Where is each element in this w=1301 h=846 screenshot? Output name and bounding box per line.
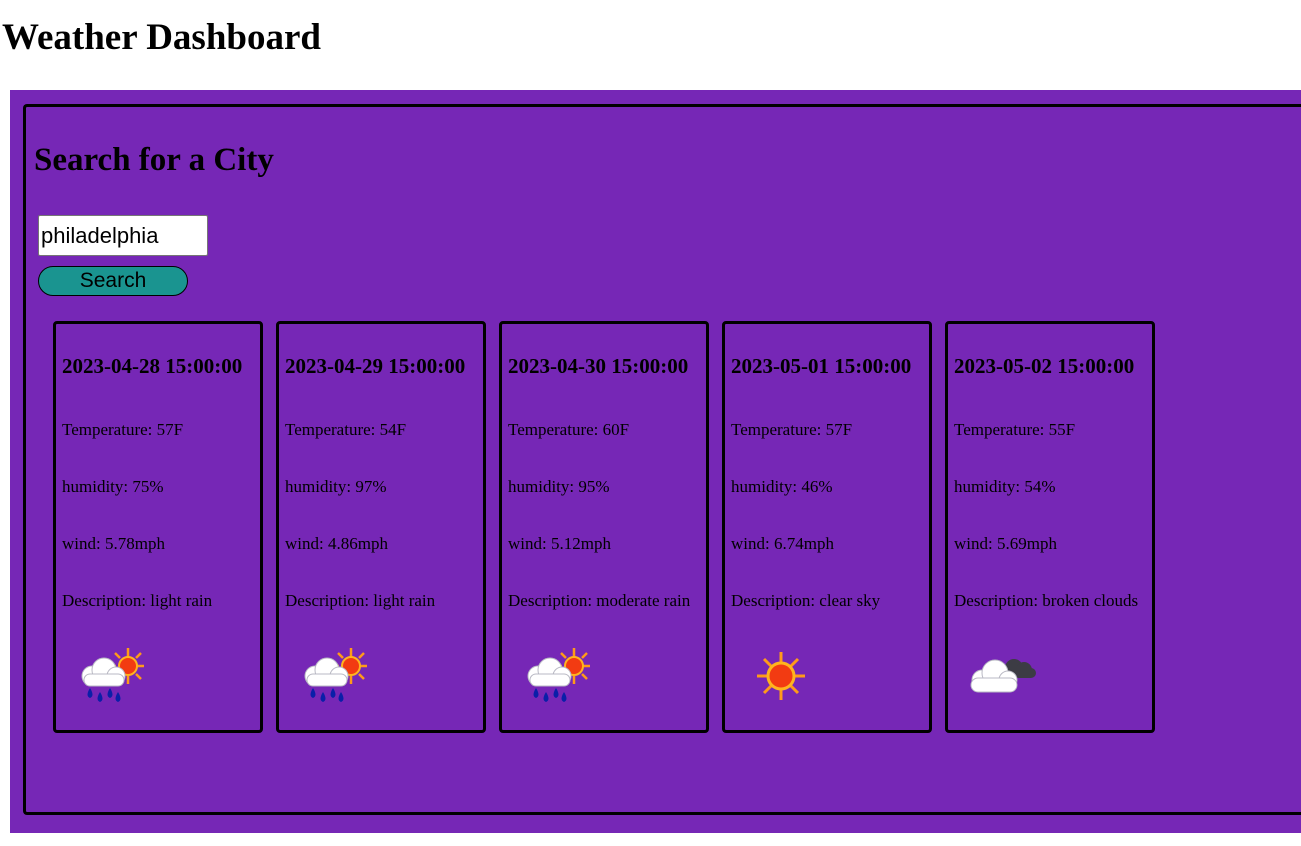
forecast-wind: wind: 6.74mph	[731, 534, 834, 553]
forecast-card: 2023-04-28 15:00:00 Temperature: 57F hum…	[53, 321, 263, 733]
forecast-description: Description: light rain	[62, 591, 213, 610]
forecast-humidity: humidity: 54%	[954, 477, 1056, 496]
forecast-description: Description: light rain	[285, 591, 436, 610]
search-title: Search for a City	[34, 142, 274, 178]
forecast-humidity: humidity: 95%	[508, 477, 610, 496]
forecast-card: 2023-04-30 15:00:00 Temperature: 60F hum…	[499, 321, 709, 733]
forecast-date: 2023-05-01 15:00:00	[731, 354, 912, 378]
forecast-temperature: Temperature: 60F	[508, 420, 630, 439]
forecast-wind: wind: 5.12mph	[508, 534, 611, 553]
broken-clouds-icon	[970, 659, 1036, 693]
forecast-date: 2023-04-29 15:00:00	[285, 354, 466, 378]
forecast-description: Description: moderate rain	[508, 591, 691, 610]
forecast-date: 2023-04-30 15:00:00	[508, 354, 689, 378]
forecast-description: Description: clear sky	[731, 591, 881, 610]
forecast-card: 2023-05-01 15:00:00 Temperature: 57F hum…	[722, 321, 932, 733]
forecast-date: 2023-04-28 15:00:00	[62, 354, 243, 378]
forecast-temperature: Temperature: 55F	[954, 420, 1076, 439]
forecast-humidity: humidity: 97%	[285, 477, 387, 496]
search-panel-frame: Search for a City Search 2023-04-28 15:0…	[23, 104, 1301, 815]
forecast-temperature: Temperature: 54F	[285, 420, 407, 439]
forecast-card: 2023-05-02 15:00:00 Temperature: 55F hum…	[945, 321, 1155, 733]
page-title: Weather Dashboard	[2, 17, 321, 58]
forecast-wind: wind: 5.69mph	[954, 534, 1057, 553]
forecast-temperature: Temperature: 57F	[731, 420, 853, 439]
forecast-card: 2023-04-29 15:00:00 Temperature: 54F hum…	[276, 321, 486, 733]
rain-sun-icon	[304, 648, 367, 702]
search-button[interactable]: Search	[38, 266, 188, 296]
forecast-date: 2023-05-02 15:00:00	[954, 354, 1135, 378]
forecast-wind: wind: 5.78mph	[62, 534, 165, 553]
forecast-wind: wind: 4.86mph	[285, 534, 388, 553]
forecast-temperature: Temperature: 57F	[62, 420, 184, 439]
rain-sun-icon	[81, 648, 144, 702]
forecast-humidity: humidity: 46%	[731, 477, 833, 496]
forecast-humidity: humidity: 75%	[62, 477, 164, 496]
rain-sun-icon	[527, 648, 590, 702]
sun-icon	[757, 652, 805, 700]
search-panel: Search for a City Search 2023-04-28 15:0…	[10, 90, 1301, 833]
forecast-description: Description: broken clouds	[954, 591, 1139, 610]
city-search-input[interactable]	[38, 215, 208, 256]
